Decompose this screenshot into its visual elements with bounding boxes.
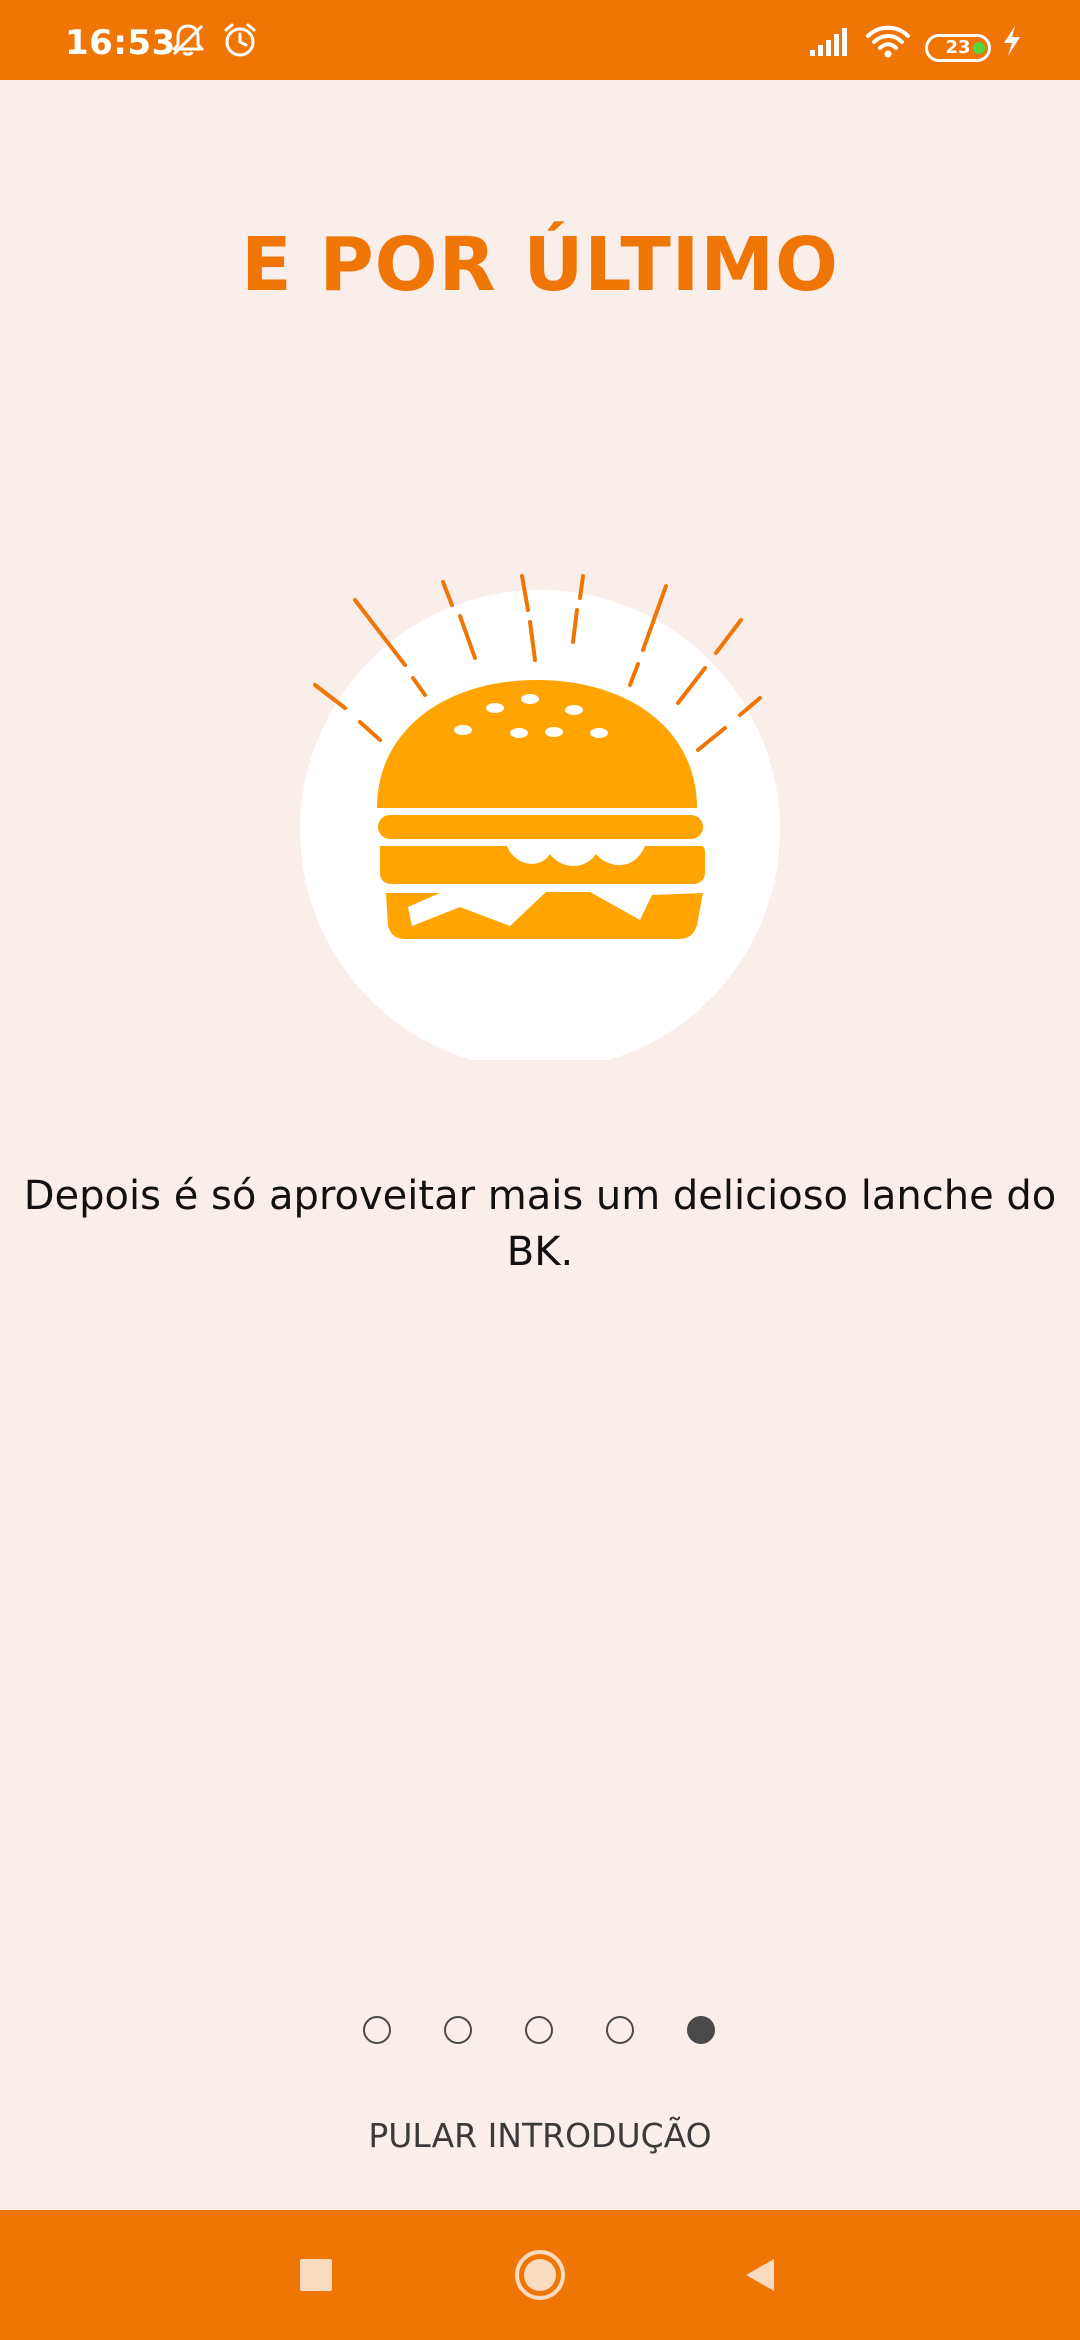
recents-square-icon	[300, 2259, 332, 2291]
bell-muted-icon	[172, 24, 204, 56]
status-time: 16:53	[65, 23, 176, 63]
page-dot-2[interactable]	[444, 2016, 472, 2044]
alarm-clock-icon	[224, 23, 256, 57]
charging-bolt-icon	[1004, 26, 1020, 56]
onboarding-description: Depois é só aproveitar mais um delicioso…	[23, 1173, 1057, 1275]
skip-intro-button[interactable]: PULAR INTRODUÇÃO	[0, 2116, 1080, 2156]
page-indicator	[363, 2016, 719, 2046]
page-title: E POR ÚLTIMO	[241, 222, 839, 308]
home-circle-icon	[515, 2250, 565, 2300]
recents-button[interactable]	[246, 2210, 386, 2340]
home-button[interactable]	[470, 2210, 610, 2340]
navigation-bar	[0, 2210, 1080, 2340]
page-dot-1[interactable]	[363, 2016, 391, 2044]
status-bar: 16:53 23	[0, 0, 1080, 80]
back-button[interactable]	[690, 2210, 830, 2340]
battery-charge-indicator	[973, 42, 985, 54]
signal-icon	[810, 28, 847, 56]
back-triangle-icon	[746, 2259, 774, 2291]
page-dot-4[interactable]	[606, 2016, 634, 2044]
page-dot-3[interactable]	[525, 2016, 553, 2044]
wifi-icon	[866, 25, 910, 58]
burger-icon	[300, 574, 780, 1060]
battery-icon: 23	[925, 34, 991, 62]
page-dot-5[interactable]	[687, 2016, 715, 2044]
